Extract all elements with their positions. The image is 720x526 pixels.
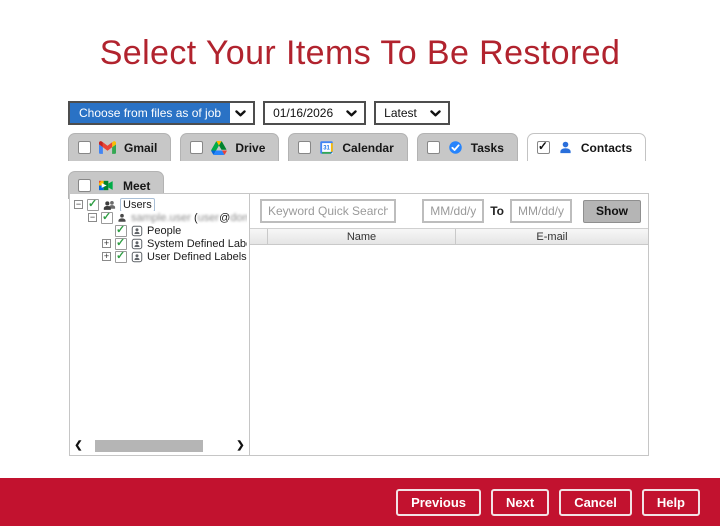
restore-content: − ✓ Users − ✓	[69, 193, 649, 456]
select-column-header	[250, 229, 268, 244]
drive-icon	[211, 141, 227, 155]
tree-node-users[interactable]: − ✓ Users	[72, 198, 247, 211]
results-panel: To Show Name E-mail	[250, 193, 649, 456]
tab-gmail[interactable]: Gmail	[68, 133, 171, 161]
job-select[interactable]: Choose from files as of job	[68, 101, 255, 125]
system-labels-checkbox[interactable]: ✓	[115, 238, 127, 250]
tree-node-label: sample.user (user@domain.c	[131, 212, 247, 224]
svg-text:31: 31	[324, 146, 331, 152]
page-title: Select Your Items To Be Restored	[0, 34, 720, 73]
contacts-icon	[558, 140, 573, 155]
tab-label: Calendar	[342, 141, 393, 155]
redacted-email-domain: domain.c	[230, 212, 247, 224]
collapse-toggle-icon[interactable]: −	[74, 200, 83, 209]
tab-calendar[interactable]: 31 Calendar	[288, 133, 407, 161]
tree-node-people[interactable]: ✓ People	[72, 224, 247, 237]
calendar-checkbox[interactable]	[298, 141, 311, 154]
date-to-label: To	[490, 204, 504, 218]
account-node-checkbox[interactable]: ✓	[101, 212, 113, 224]
source-tree-panel: − ✓ Users − ✓	[69, 193, 250, 456]
meet-checkbox[interactable]	[78, 179, 91, 192]
scrollbar-thumb[interactable]	[95, 440, 203, 452]
results-table-header: Name E-mail	[250, 228, 648, 245]
tab-label: Contacts	[581, 141, 632, 155]
drive-checkbox[interactable]	[190, 141, 203, 154]
check-icon: ✓	[116, 224, 125, 236]
tasks-icon	[448, 140, 463, 155]
snapshot-controls: Choose from files as of job 01/16/2026 L…	[68, 101, 450, 125]
job-date-select[interactable]: 01/16/2026	[263, 101, 366, 125]
tab-drive[interactable]: Drive	[180, 133, 279, 161]
next-button[interactable]: Next	[491, 489, 549, 516]
redacted-account-name: sample.user	[131, 212, 191, 224]
scroll-left-icon[interactable]: ❮	[73, 439, 84, 452]
name-column-header[interactable]: Name	[268, 229, 456, 244]
contact-card-icon	[131, 238, 143, 250]
tab-tasks[interactable]: Tasks	[417, 133, 518, 161]
check-icon: ✓	[102, 211, 111, 223]
tree-node-label: Users	[120, 198, 155, 211]
check-icon: ✓	[88, 198, 97, 210]
meet-icon	[99, 179, 115, 192]
tree-node-label: User Defined Labels	[147, 251, 247, 263]
tree-node-label: People	[147, 225, 181, 237]
check-icon: ✓	[116, 250, 125, 262]
help-button[interactable]: Help	[642, 489, 700, 516]
users-node-checkbox[interactable]: ✓	[87, 199, 99, 211]
date-to-input[interactable]	[510, 199, 572, 223]
contact-card-icon	[131, 251, 143, 263]
tab-label: Tasks	[471, 141, 504, 155]
previous-button[interactable]: Previous	[396, 489, 481, 516]
check-icon: ✓	[116, 237, 125, 249]
scroll-right-icon[interactable]: ❯	[235, 439, 246, 452]
job-version-select[interactable]: Latest	[374, 101, 450, 125]
job-version-value: Latest	[376, 103, 425, 123]
collapse-toggle-icon[interactable]: −	[88, 213, 97, 222]
email-column-header[interactable]: E-mail	[456, 229, 648, 244]
tree-horizontal-scrollbar[interactable]: ❮ ❯	[73, 439, 246, 452]
tab-contacts[interactable]: ✓ Contacts	[527, 133, 646, 161]
chevron-down-icon	[341, 103, 364, 123]
user-labels-checkbox[interactable]: ✓	[115, 251, 127, 263]
users-group-icon	[103, 200, 116, 210]
redacted-email-local: user	[198, 212, 219, 224]
keyword-search-input[interactable]	[260, 199, 396, 223]
wizard-footer: Previous Next Cancel Help	[0, 478, 720, 526]
job-date-value: 01/16/2026	[265, 103, 341, 123]
chevron-down-icon	[230, 103, 253, 123]
service-tabs: Gmail Drive	[68, 133, 668, 199]
expand-toggle-icon[interactable]: +	[102, 239, 111, 248]
results-table-body	[250, 245, 648, 455]
gmail-icon	[99, 141, 116, 154]
tab-label: Drive	[235, 141, 265, 155]
date-range-group: To Show	[422, 199, 641, 223]
expand-toggle-icon[interactable]: +	[102, 252, 111, 261]
tasks-checkbox[interactable]	[427, 141, 440, 154]
date-from-input[interactable]	[422, 199, 484, 223]
cancel-button[interactable]: Cancel	[559, 489, 632, 516]
show-button[interactable]: Show	[583, 200, 641, 223]
restore-wizard-window: Select Your Items To Be Restored Choose …	[0, 0, 720, 526]
tree-node-system-labels[interactable]: + ✓ System Defined Labels	[72, 237, 247, 250]
person-icon	[117, 213, 127, 223]
contacts-checkbox[interactable]: ✓	[537, 141, 550, 154]
scrollbar-track[interactable]	[86, 440, 233, 452]
job-select-value: Choose from files as of job	[70, 103, 230, 123]
check-icon: ✓	[538, 139, 548, 153]
chevron-down-icon	[425, 103, 448, 123]
gmail-checkbox[interactable]	[78, 141, 91, 154]
contact-card-icon	[131, 225, 143, 237]
tree-node-user-labels[interactable]: + ✓ User Defined Labels	[72, 250, 247, 263]
tab-label: Meet	[123, 179, 150, 193]
people-node-checkbox[interactable]: ✓	[115, 225, 127, 237]
source-tree: − ✓ Users − ✓	[70, 194, 249, 267]
tree-node-account[interactable]: − ✓ sample.user (user@domain.c	[72, 211, 247, 224]
tab-label: Gmail	[124, 141, 157, 155]
search-bar: To Show	[250, 194, 648, 228]
calendar-icon: 31	[319, 140, 334, 155]
tree-node-label: System Defined Labels	[147, 238, 247, 250]
